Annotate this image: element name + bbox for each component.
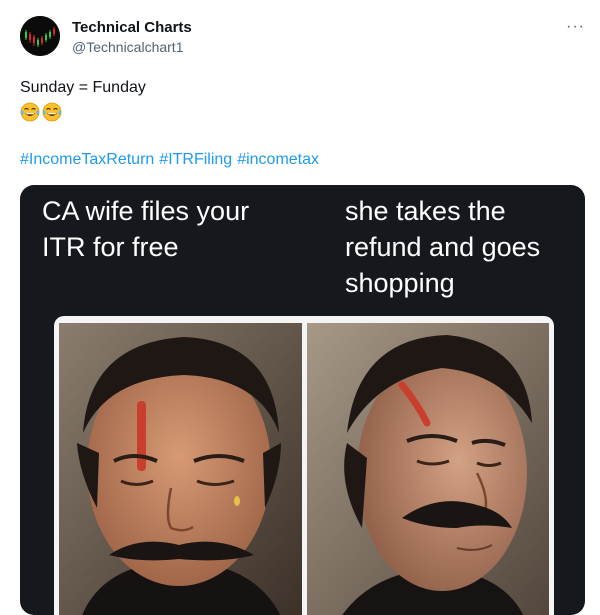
hashtag-link[interactable]: #IncomeTaxReturn [20, 151, 154, 168]
hashtag-link[interactable]: #ITRFiling [159, 151, 232, 168]
more-options-icon[interactable]: ··· [566, 18, 585, 36]
author-handle[interactable]: @Technicalchart1 [72, 39, 184, 55]
meme-caption-left: CA wife files your ITR for free [42, 196, 250, 262]
tweet-text: Sunday = Funday [20, 79, 146, 96]
candlestick-chart-icon [20, 16, 60, 56]
hashtag-link[interactable]: #incometax [237, 151, 319, 168]
avatar[interactable] [20, 16, 60, 56]
hashtags: #IncomeTaxReturn #ITRFiling #incometax [20, 151, 324, 169]
emoji-row [20, 102, 62, 122]
face-with-tears-of-joy-icon [20, 102, 40, 122]
meme-caption-right: she takes the refund and goes shopping [345, 196, 541, 298]
meme-image[interactable]: CA wife files your ITR for free she take… [20, 185, 585, 615]
meme-photo-left [59, 323, 302, 615]
face-with-tears-of-joy-icon [42, 102, 62, 122]
author-name[interactable]: Technical Charts [72, 19, 192, 36]
meme-photo-right [307, 323, 549, 615]
